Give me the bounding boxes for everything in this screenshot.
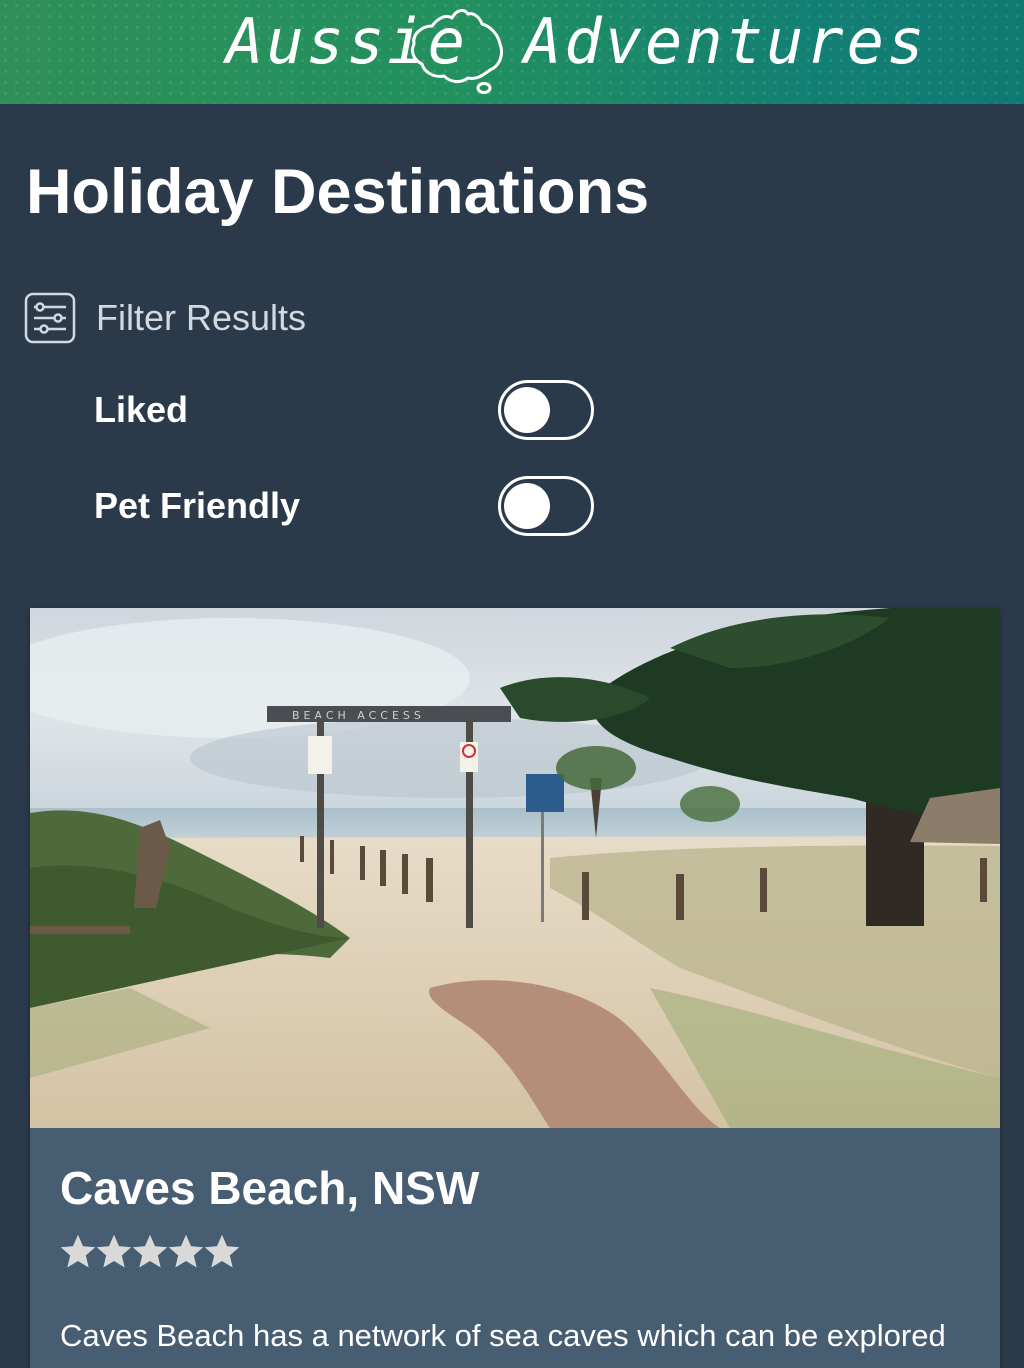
australia-map-icon — [410, 9, 504, 94]
pet-friendly-label: Pet Friendly — [94, 485, 301, 526]
app-logo[interactable]: Aussie Adventures — [0, 0, 1024, 104]
filter-row-pet-friendly: Pet Friendly — [94, 476, 594, 536]
liked-label: Liked — [94, 389, 189, 430]
app-header: Aussie Adventures — [0, 0, 1024, 104]
pet-friendly-toggle[interactable] — [498, 476, 594, 536]
destination-card[interactable]: BEACH ACCESS Caves Beach, NSW Caves Beac… — [30, 608, 1000, 1368]
card-body: Caves Beach, NSW Caves Beach has a netwo… — [30, 1128, 1000, 1368]
destination-title[interactable]: Caves Beach, NSW — [60, 1158, 479, 1218]
rating-stars — [60, 1234, 240, 1272]
sliders-icon — [24, 292, 76, 344]
star-icon — [204, 1234, 240, 1268]
filter-results-label: Filter Results — [96, 297, 307, 338]
photo-sign-text: BEACH ACCESS — [292, 709, 425, 722]
liked-toggle[interactable] — [498, 380, 594, 440]
star-icon — [60, 1234, 96, 1268]
star-icon — [168, 1234, 204, 1268]
toggle-knob — [504, 387, 550, 433]
destination-description: Caves Beach has a network of sea caves w… — [60, 1318, 946, 1353]
logo-text-right: Adventures — [524, 5, 928, 78]
toggle-knob — [504, 483, 550, 529]
filter-results-header[interactable]: Filter Results — [24, 290, 306, 346]
star-icon — [132, 1234, 168, 1268]
destination-photo[interactable]: BEACH ACCESS — [30, 608, 1000, 1128]
filter-row-liked: Liked — [94, 380, 594, 440]
star-icon — [96, 1234, 132, 1268]
page-title: Holiday Destinations — [26, 157, 650, 227]
